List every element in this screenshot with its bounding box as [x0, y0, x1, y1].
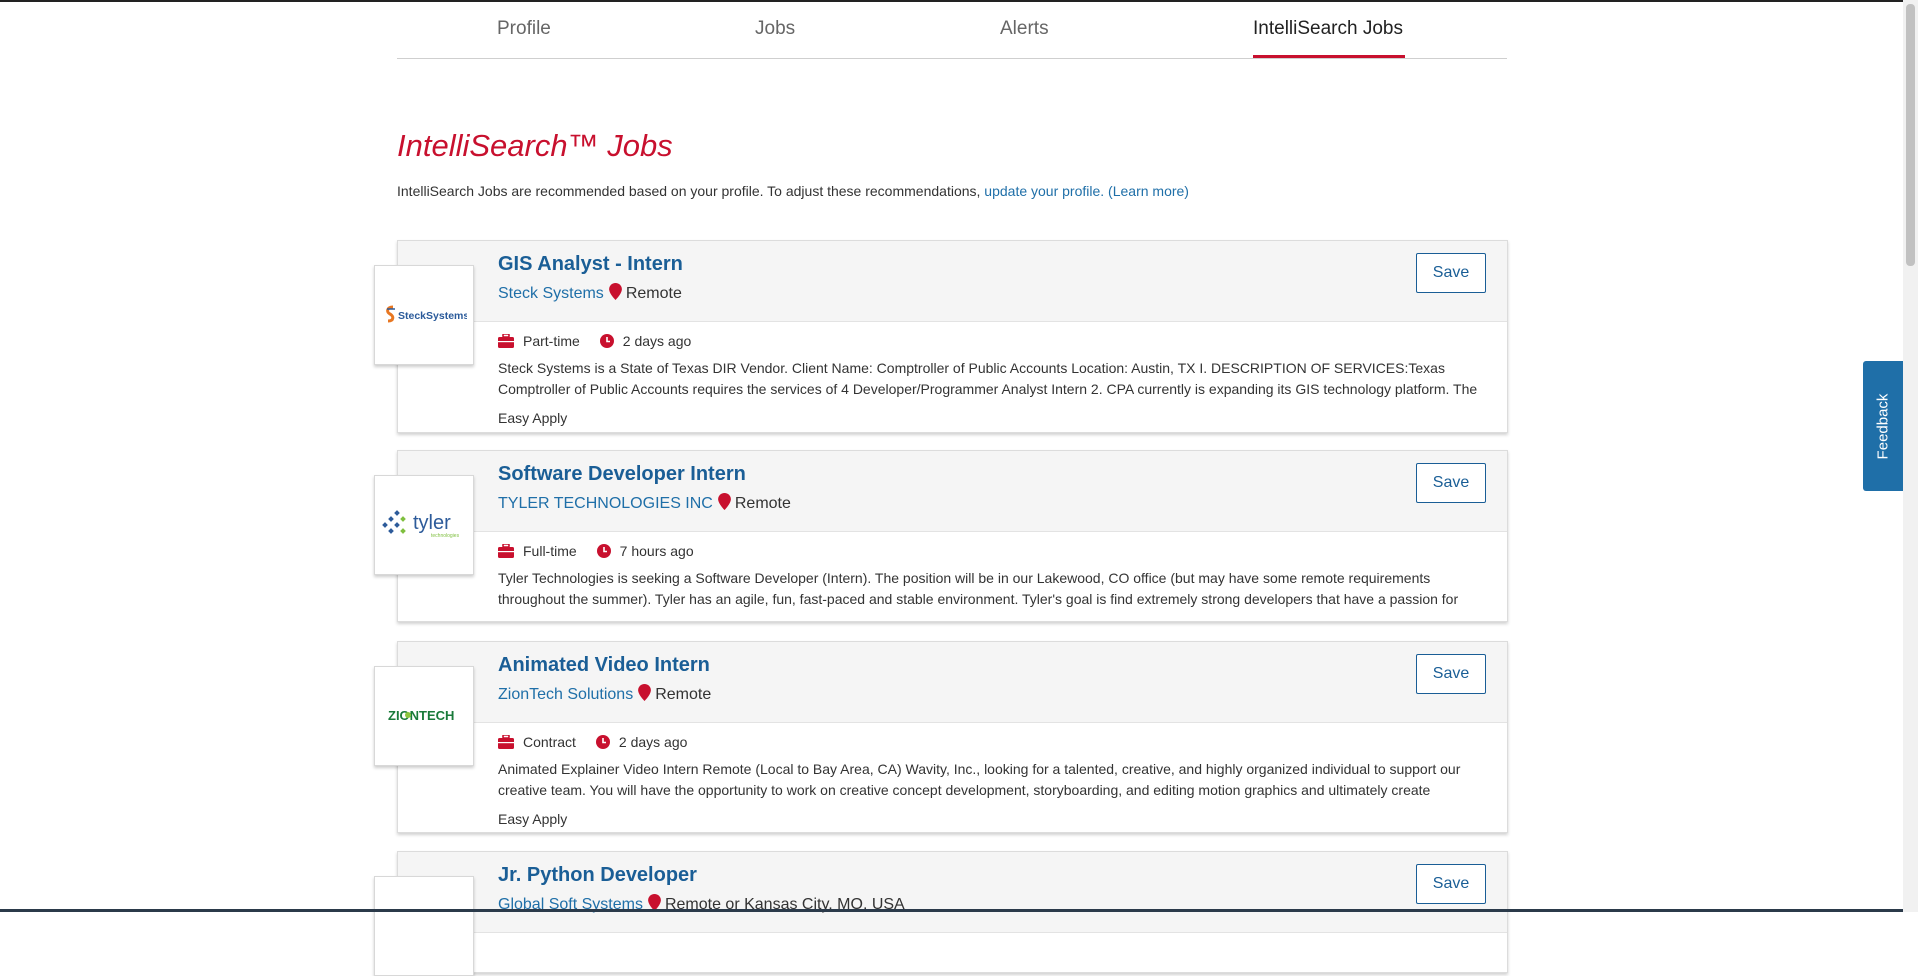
- company-location: TYLER TECHNOLOGIES INC Remote: [498, 493, 791, 515]
- map-pin-icon: [648, 894, 661, 916]
- posted-time: 2 days ago: [622, 333, 692, 349]
- map-pin-icon: [608, 283, 622, 305]
- feedback-label: Feedback: [1874, 393, 1892, 459]
- job-card: ZIONTECH Animated Video Intern ZionTech …: [374, 641, 1508, 833]
- job-location: Remote: [734, 495, 791, 512]
- company-location: Steck Systems Remote: [498, 283, 682, 305]
- active-tab-indicator: [1253, 55, 1405, 58]
- briefcase-icon: [498, 544, 514, 558]
- job-meta: Part-time 2 days ago: [498, 333, 691, 349]
- clock-icon: [596, 544, 611, 558]
- clock-icon: [599, 334, 614, 348]
- company-link[interactable]: ZionTech Solutions: [498, 686, 633, 704]
- logo-text: ZIONTECH: [388, 708, 454, 723]
- tyler-technologies-logo[interactable]: tyler technologies: [374, 475, 474, 575]
- briefcase-icon: [498, 334, 514, 348]
- save-button[interactable]: Save: [1416, 253, 1486, 293]
- tab-profile[interactable]: Profile: [497, 18, 551, 40]
- clock-icon: [595, 735, 610, 749]
- job-card: Jr. Python Developer Global Soft Systems…: [374, 851, 1508, 976]
- update-profile-link[interactable]: update your profile.: [984, 183, 1104, 199]
- company-link[interactable]: Steck Systems: [498, 285, 604, 303]
- job-description: Animated Explainer Video Intern Remote (…: [498, 761, 1461, 798]
- briefcase-icon: [498, 735, 514, 749]
- job-title-link[interactable]: Animated Video Intern: [498, 654, 710, 677]
- steck-systems-logo[interactable]: SteckSystems: [374, 265, 474, 365]
- tab-jobs[interactable]: Jobs: [755, 18, 795, 40]
- company-link[interactable]: TYLER TECHNOLOGIES INC: [498, 495, 713, 513]
- vertical-scrollbar[interactable]: [1903, 0, 1918, 912]
- map-pin-icon: [717, 493, 731, 515]
- intro-text: IntelliSearch Jobs are recommended based…: [397, 183, 1189, 199]
- job-meta: Contract 2 days ago: [498, 734, 687, 750]
- tab-alerts[interactable]: Alerts: [1000, 18, 1049, 40]
- company-logo[interactable]: [374, 876, 474, 976]
- tab-intellisearch-jobs[interactable]: IntelliSearch Jobs: [1253, 18, 1403, 40]
- job-title-link[interactable]: Jr. Python Developer: [498, 864, 697, 887]
- job-location: Remote: [655, 686, 712, 703]
- save-button[interactable]: Save: [1416, 463, 1486, 503]
- job-title-link[interactable]: Software Developer Intern: [498, 463, 746, 486]
- page-title: IntelliSearch™ Jobs: [397, 128, 673, 163]
- job-location: Remote: [625, 285, 682, 302]
- feedback-button[interactable]: Feedback: [1863, 361, 1903, 491]
- job-type: Part-time: [523, 333, 580, 349]
- job-description: Steck Systems is a State of Texas DIR Ve…: [498, 360, 1478, 397]
- posted-time: 7 hours ago: [619, 543, 694, 559]
- ziontech-logo[interactable]: ZIONTECH: [374, 666, 474, 766]
- intro-description: IntelliSearch Jobs are recommended based…: [397, 183, 985, 199]
- job-type: Contract: [523, 734, 576, 750]
- learn-more-link[interactable]: (Learn more): [1108, 183, 1189, 199]
- scrollbar-thumb[interactable]: [1906, 4, 1915, 266]
- logo-text: SteckSystems: [398, 310, 467, 322]
- map-pin-icon: [638, 684, 652, 706]
- easy-apply-label[interactable]: Easy Apply: [498, 410, 567, 426]
- job-card: tyler technologies Software Developer In…: [374, 450, 1508, 622]
- profile-tab-bar: Profile Jobs Alerts IntelliSearch Jobs: [397, 0, 1507, 59]
- save-button[interactable]: Save: [1416, 654, 1486, 694]
- job-card: SteckSystems GIS Analyst - Intern Steck …: [374, 240, 1508, 433]
- job-title-link[interactable]: GIS Analyst - Intern: [498, 253, 683, 276]
- logo-text: tyler: [413, 512, 451, 534]
- job-meta: Full-time 7 hours ago: [498, 543, 694, 559]
- company-location: ZionTech Solutions Remote: [498, 684, 711, 706]
- easy-apply-label[interactable]: Easy Apply: [498, 811, 567, 827]
- logo-subtext: technologies: [431, 533, 460, 539]
- job-type: Full-time: [523, 543, 577, 559]
- save-button[interactable]: Save: [1416, 864, 1486, 904]
- company-location: Global Soft Systems Remote or Kansas Cit…: [498, 894, 905, 916]
- posted-time: 2 days ago: [618, 734, 688, 750]
- job-description: Tyler Technologies is seeking a Software…: [498, 570, 1459, 607]
